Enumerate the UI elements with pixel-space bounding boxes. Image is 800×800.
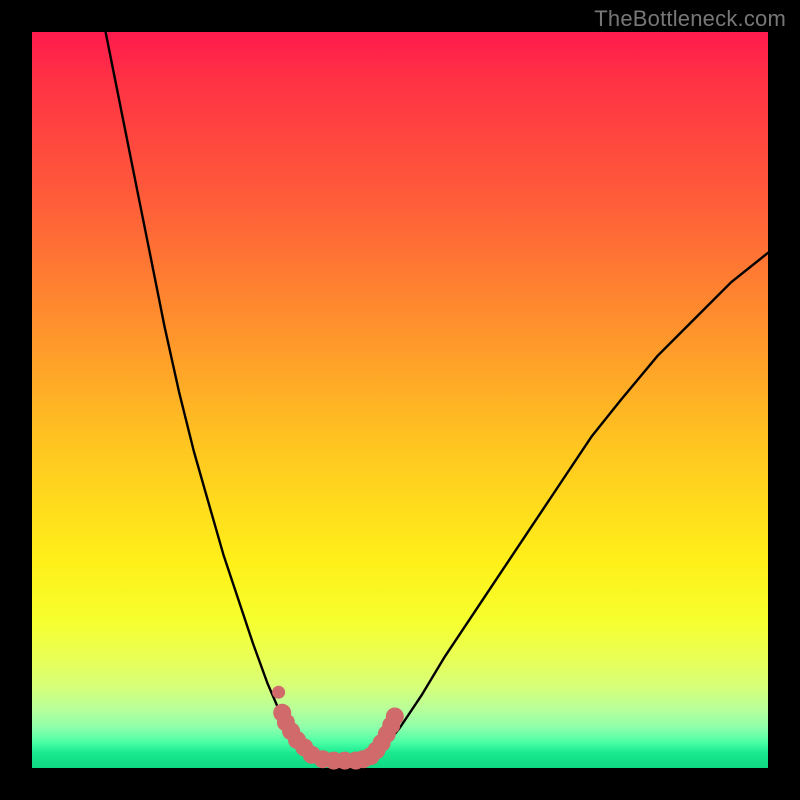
chart-frame: TheBottleneck.com bbox=[0, 0, 800, 800]
highlight-dot bbox=[386, 708, 404, 726]
curves-svg bbox=[32, 32, 768, 768]
plot-area bbox=[32, 32, 768, 768]
right-curve bbox=[371, 253, 768, 757]
highlight-dots bbox=[272, 686, 404, 770]
highlight-dot-lone bbox=[272, 686, 285, 699]
left-curve bbox=[106, 32, 312, 757]
left-curve-path bbox=[106, 32, 312, 757]
right-curve-path bbox=[371, 253, 768, 757]
watermark-text: TheBottleneck.com bbox=[594, 6, 786, 32]
